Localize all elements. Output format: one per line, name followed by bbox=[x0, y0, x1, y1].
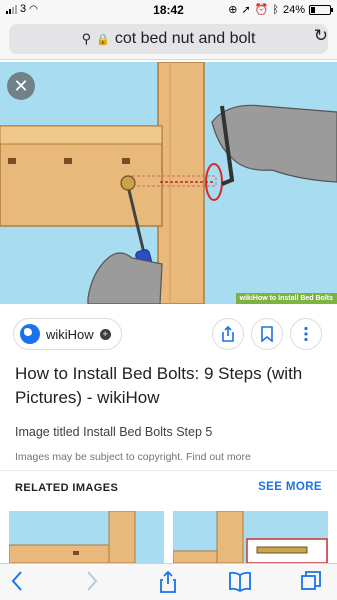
bookmarks-button[interactable] bbox=[228, 570, 252, 598]
hero-image[interactable]: ✕ wikiHow to Install Bed Bolts bbox=[0, 62, 337, 304]
more-vertical-icon bbox=[304, 326, 308, 342]
related-thumbnail-illustration bbox=[9, 511, 164, 563]
wikihow-watermark: wikiHow to Install Bed Bolts bbox=[235, 293, 337, 304]
source-name: wikiHow bbox=[46, 326, 94, 342]
source-chip[interactable]: wikiHow + bbox=[13, 318, 122, 350]
tabs-button[interactable] bbox=[300, 570, 322, 598]
address-bar[interactable]: ⚲ 🔒 cot bed nut and bolt bbox=[9, 24, 328, 54]
bookmark-icon bbox=[261, 326, 273, 342]
chevron-right-icon bbox=[87, 571, 98, 591]
browser-toolbar bbox=[0, 563, 337, 600]
bed-bolt-illustration bbox=[0, 62, 337, 304]
wikihow-logo-icon bbox=[20, 324, 40, 344]
image-actions: wikiHow + bbox=[0, 316, 337, 352]
browser-header: ⚲ 🔒 cot bed nut and bolt ↻ bbox=[0, 20, 337, 60]
alarm-icon: ⏰ bbox=[254, 4, 269, 16]
battery-percent: 24% bbox=[282, 3, 305, 16]
lock-icon: 🔒 bbox=[96, 33, 110, 46]
save-button[interactable] bbox=[251, 318, 283, 350]
see-more-link[interactable]: SEE MORE bbox=[258, 481, 322, 493]
bookmarks-book-icon bbox=[229, 571, 251, 593]
related-images-heading: RELATED IMAGES bbox=[15, 482, 119, 494]
add-circle-icon: + bbox=[99, 328, 111, 340]
related-thumbnail[interactable] bbox=[9, 511, 164, 563]
close-icon[interactable]: ✕ bbox=[7, 72, 35, 100]
chevron-left-icon bbox=[11, 571, 22, 591]
more-button[interactable] bbox=[290, 318, 322, 350]
copyright-notice[interactable]: Images may be subject to copyright. Find… bbox=[15, 451, 251, 463]
search-icon: ⚲ bbox=[81, 31, 92, 46]
result-title[interactable]: How to Install Bed Bolts: 9 Steps (with … bbox=[15, 362, 325, 410]
result-subtitle: Image titled Install Bed Bolts Step 5 bbox=[15, 425, 213, 439]
related-thumbnail-illustration bbox=[173, 511, 328, 563]
orientation-lock-icon: ⊕ bbox=[228, 4, 238, 16]
related-thumbnail[interactable] bbox=[173, 511, 328, 563]
battery-icon bbox=[309, 4, 333, 15]
share-page-button[interactable] bbox=[158, 570, 178, 600]
forward-button[interactable] bbox=[85, 570, 99, 598]
bluetooth-icon: ᛒ bbox=[272, 3, 279, 16]
share-button[interactable] bbox=[212, 318, 244, 350]
share-icon bbox=[222, 326, 234, 342]
search-query: cot bed nut and bolt bbox=[114, 30, 256, 47]
location-icon: ➚ bbox=[241, 4, 251, 16]
divider bbox=[0, 470, 337, 471]
status-bar: 3 ◠ 18:42 ⊕ ➚ ⏰ ᛒ 24% bbox=[0, 0, 337, 20]
reload-icon[interactable]: ↻ bbox=[314, 26, 328, 46]
share-icon bbox=[160, 570, 176, 593]
status-right: ⊕ ➚ ⏰ ᛒ 24% bbox=[228, 3, 333, 16]
tabs-icon bbox=[301, 571, 321, 590]
back-button[interactable] bbox=[10, 570, 24, 598]
